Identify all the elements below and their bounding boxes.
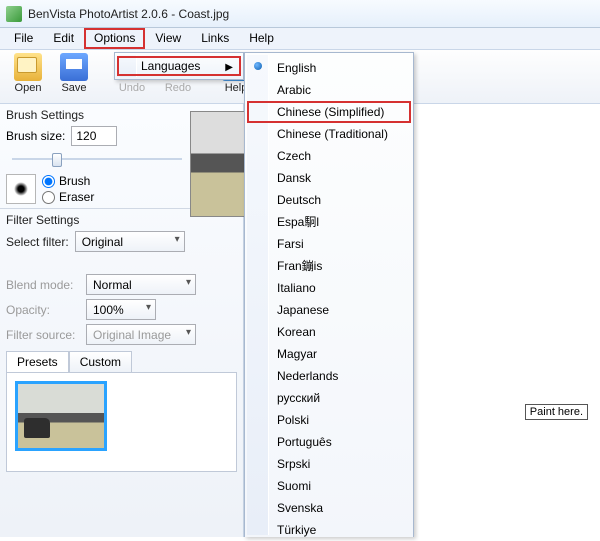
language-item-label: русский — [277, 391, 320, 405]
brush-size-label: Brush size: — [6, 129, 65, 143]
menu-file[interactable]: File — [4, 28, 43, 49]
language-item-label: Arabic — [277, 83, 311, 97]
options-submenu: Languages ▶ — [114, 52, 244, 80]
open-icon — [14, 53, 42, 81]
language-item[interactable]: Italiano — [247, 277, 411, 299]
language-item-label: Polski — [277, 413, 309, 427]
language-item-label: English — [277, 61, 316, 75]
submenu-languages[interactable]: Languages ▶ — [117, 56, 241, 76]
app-icon — [6, 6, 22, 22]
presets-body — [6, 372, 237, 472]
language-item-label: Nederlands — [277, 369, 338, 383]
language-item[interactable]: Türkiye — [247, 519, 411, 541]
filter-source-label: Filter source: — [6, 328, 80, 342]
language-item-label: Svenska — [277, 501, 323, 515]
tab-custom[interactable]: Custom — [69, 351, 132, 372]
language-item-label: Deutsch — [277, 193, 321, 207]
language-item-label: Dansk — [277, 171, 311, 185]
menu-bar: File Edit Options View Links Help — [0, 28, 600, 50]
chevron-right-icon: ▶ — [225, 62, 233, 73]
image-preview — [190, 111, 246, 217]
language-item-label: Srpski — [277, 457, 310, 471]
language-item-label: Türkiye — [277, 523, 316, 537]
tab-presets[interactable]: Presets — [6, 351, 69, 372]
menu-view[interactable]: View — [145, 28, 191, 49]
language-item[interactable]: Dansk — [247, 167, 411, 189]
language-item[interactable]: Srpski — [247, 453, 411, 475]
language-item-label: Chinese (Simplified) — [277, 105, 384, 119]
language-item[interactable]: Espa駉l — [247, 211, 411, 233]
save-button[interactable]: Save — [52, 53, 96, 94]
language-item[interactable]: Korean — [247, 321, 411, 343]
bullet-icon — [254, 62, 262, 70]
blend-mode-combo[interactable]: Normal — [86, 274, 196, 295]
language-item[interactable]: Farsi — [247, 233, 411, 255]
menu-options[interactable]: Options — [84, 28, 145, 49]
eraser-radio[interactable]: Eraser — [42, 190, 94, 204]
languages-menu: English Arabic Chinese (Simplified) Chinese… — [244, 52, 414, 537]
language-item-label: Fran鏰is — [277, 259, 322, 273]
language-item[interactable]: Português — [247, 431, 411, 453]
open-button[interactable]: Open — [6, 53, 50, 94]
brush-size-slider[interactable] — [12, 150, 182, 168]
language-item-label: Korean — [277, 325, 316, 339]
language-item-label: Italiano — [277, 281, 316, 295]
select-filter-combo[interactable]: Original — [75, 231, 185, 252]
language-item-label: Espa駉l — [277, 215, 319, 229]
language-item[interactable]: Nederlands — [247, 365, 411, 387]
menu-links[interactable]: Links — [191, 28, 239, 49]
brush-radio[interactable]: Brush — [42, 174, 94, 188]
language-item-label: Czech — [277, 149, 311, 163]
language-item[interactable]: Polski — [247, 409, 411, 431]
language-item[interactable]: Suomi — [247, 475, 411, 497]
blend-mode-label: Blend mode: — [6, 278, 80, 292]
language-item[interactable]: Japanese — [247, 299, 411, 321]
opacity-combo[interactable]: 100% — [86, 299, 156, 320]
language-item[interactable]: Fran鏰is — [247, 255, 411, 277]
select-filter-label: Select filter: — [6, 235, 69, 249]
language-item[interactable]: Arabic — [247, 79, 411, 101]
title-bar: BenVista PhotoArtist 2.0.6 - Coast.jpg — [0, 0, 600, 28]
language-item[interactable]: Magyar — [247, 343, 411, 365]
language-item-label: Farsi — [277, 237, 304, 251]
filter-source-combo[interactable]: Original Image — [86, 324, 196, 345]
paint-here-hint: Paint here. — [525, 404, 588, 420]
language-item[interactable]: Svenska — [247, 497, 411, 519]
preset-thumbnail[interactable] — [15, 381, 107, 451]
language-item[interactable]: Chinese (Simplified) — [247, 101, 411, 123]
menu-help[interactable]: Help — [239, 28, 284, 49]
brush-size-input[interactable] — [71, 126, 117, 146]
window-title: BenVista PhotoArtist 2.0.6 - Coast.jpg — [28, 7, 229, 21]
language-item-label: Suomi — [277, 479, 311, 493]
language-item[interactable]: Deutsch — [247, 189, 411, 211]
language-item[interactable]: English — [247, 57, 411, 79]
language-item[interactable]: русский — [247, 387, 411, 409]
language-item-label: Magyar — [277, 347, 317, 361]
language-item[interactable]: Chinese (Traditional) — [247, 123, 411, 145]
language-item[interactable]: Czech — [247, 145, 411, 167]
opacity-label: Opacity: — [6, 303, 80, 317]
language-item-label: Japanese — [277, 303, 329, 317]
language-item-label: Português — [277, 435, 332, 449]
menu-edit[interactable]: Edit — [43, 28, 84, 49]
save-icon — [60, 53, 88, 81]
language-item-label: Chinese (Traditional) — [277, 127, 388, 141]
brush-preview — [6, 174, 36, 204]
